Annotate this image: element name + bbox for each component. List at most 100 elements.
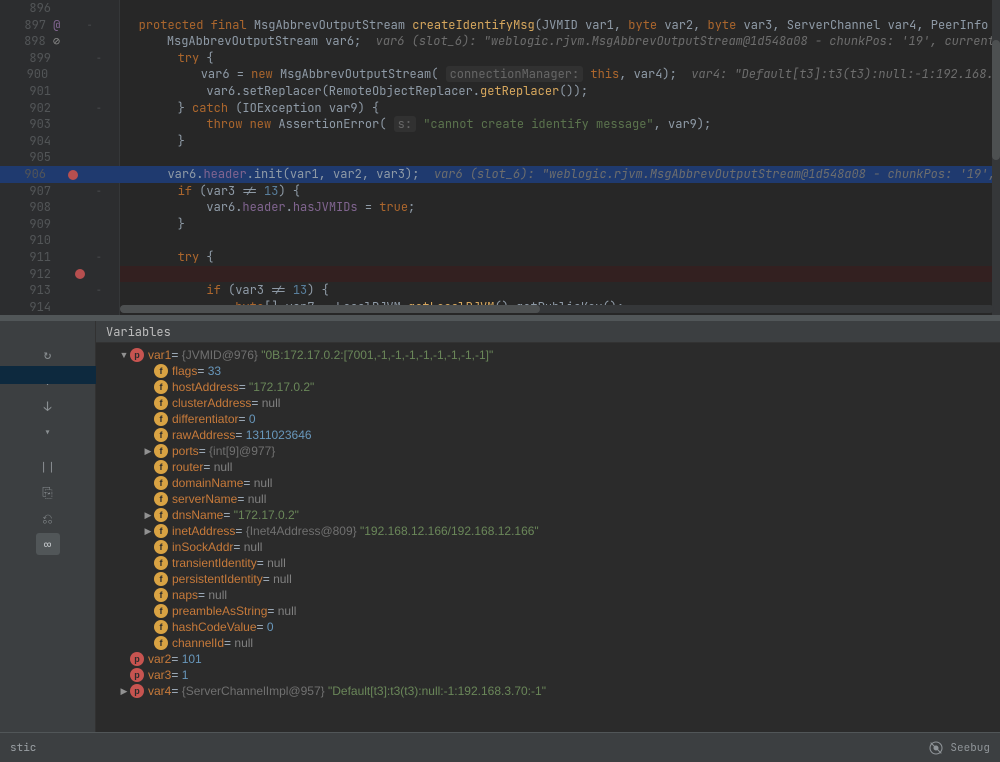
pause-icon[interactable]: ❘❘ bbox=[36, 455, 60, 477]
code-line[interactable]: 906 var6.header.init(var1, var2, var3); … bbox=[0, 166, 1000, 183]
restore-icon[interactable]: ⎌ bbox=[36, 507, 60, 529]
code-text[interactable]: var6 = new MsgAbbrevOutputStream( connec… bbox=[102, 66, 1000, 83]
code-line[interactable]: 898⊘ MsgAbbrevOutputStream var6; var6 (s… bbox=[0, 33, 1000, 50]
code-line[interactable]: 908 var6.header.hasJVMIDs = true; bbox=[0, 199, 1000, 216]
breakpoint-gutter[interactable] bbox=[70, 199, 90, 216]
code-line[interactable]: 904 } bbox=[0, 133, 1000, 150]
code-line[interactable]: 903 throw new AssertionError( s: "cannot… bbox=[0, 116, 1000, 133]
variable-row[interactable]: pvar3 = 1 bbox=[100, 667, 1000, 683]
code-line[interactable]: 899− try { bbox=[0, 50, 1000, 67]
copy-icon[interactable]: ⎘ bbox=[36, 481, 60, 503]
rerun-icon[interactable]: ↻ bbox=[36, 343, 60, 365]
variable-row[interactable]: fdomainName = null bbox=[100, 475, 1000, 491]
code-text[interactable] bbox=[108, 149, 1000, 166]
breakpoint-gutter[interactable] bbox=[70, 0, 90, 17]
code-line[interactable]: 902− } catch (IOException var9) { bbox=[0, 100, 1000, 117]
variable-row[interactable]: fhostAddress = "172.17.0.2" bbox=[100, 379, 1000, 395]
code-line[interactable]: 905 bbox=[0, 149, 1000, 166]
breakpoint-icon[interactable] bbox=[75, 269, 85, 279]
breakpoint-gutter[interactable] bbox=[70, 266, 90, 283]
code-line[interactable]: 896 bbox=[0, 0, 1000, 17]
breakpoint-gutter[interactable] bbox=[70, 133, 90, 150]
code-line[interactable]: 913− if (var3 != 13) { bbox=[0, 282, 1000, 299]
variable-row[interactable]: ▶pvar4 = {ServerChannelImpl@957} "Defaul… bbox=[100, 683, 1000, 699]
breakpoint-gutter[interactable] bbox=[70, 100, 90, 117]
fold-icon[interactable]: − bbox=[90, 100, 108, 117]
breakpoint-gutter[interactable] bbox=[70, 299, 90, 315]
variable-row[interactable]: fpersistentIdentity = null bbox=[100, 571, 1000, 587]
code-text[interactable]: } bbox=[108, 216, 1000, 233]
code-text[interactable]: } catch (IOException var9) { bbox=[108, 100, 1000, 117]
editor-horizontal-scroll-thumb[interactable] bbox=[120, 305, 540, 313]
variable-row[interactable]: frouter = null bbox=[100, 459, 1000, 475]
code-line[interactable]: 909 } bbox=[0, 216, 1000, 233]
tree-twisty-icon[interactable]: ▼ bbox=[118, 347, 130, 363]
code-text[interactable]: MsgAbbrevOutputStream var6; var6 (slot_6… bbox=[97, 33, 1000, 50]
code-text[interactable] bbox=[108, 0, 1000, 17]
code-text[interactable]: if (var3 != 13) { bbox=[108, 282, 1000, 299]
variable-row[interactable]: fnaps = null bbox=[100, 587, 1000, 603]
variable-row[interactable]: ▼pvar1 = {JVMID@976} "0B:172.17.0.2:[700… bbox=[100, 347, 1000, 363]
code-editor[interactable]: 896897@− protected final MsgAbbrevOutput… bbox=[0, 0, 1000, 315]
code-line[interactable]: 911− try { bbox=[0, 249, 1000, 266]
breakpoint-gutter[interactable] bbox=[70, 116, 90, 133]
variable-row[interactable]: ▶fdnsName = "172.17.0.2" bbox=[100, 507, 1000, 523]
fold-icon[interactable]: − bbox=[90, 50, 108, 67]
infinite-icon[interactable]: ∞ bbox=[36, 533, 60, 555]
variable-row[interactable]: fchannelId = null bbox=[100, 635, 1000, 651]
fold-icon[interactable]: − bbox=[90, 183, 108, 200]
breakpoint-gutter[interactable] bbox=[70, 232, 90, 249]
code-text[interactable]: throw new AssertionError( s: "cannot cre… bbox=[108, 116, 1000, 133]
tree-twisty-icon[interactable]: ▶ bbox=[142, 443, 154, 459]
variable-row[interactable]: pvar2 = 101 bbox=[100, 651, 1000, 667]
code-text[interactable]: var6.header.hasJVMIDs = true; bbox=[108, 199, 1000, 216]
breakpoint-icon[interactable] bbox=[68, 170, 78, 180]
variable-row[interactable]: ftransientIdentity = null bbox=[100, 555, 1000, 571]
code-text[interactable]: } bbox=[108, 133, 1000, 150]
code-text[interactable]: if (var3 != 13) { bbox=[108, 183, 1000, 200]
tree-twisty-icon[interactable]: ▶ bbox=[142, 523, 154, 539]
code-line[interactable]: 907− if (var3 != 13) { bbox=[0, 183, 1000, 200]
breakpoint-gutter[interactable] bbox=[70, 282, 90, 299]
variable-row[interactable]: fpreambleAsString = null bbox=[100, 603, 1000, 619]
breakpoint-gutter[interactable] bbox=[70, 149, 90, 166]
variable-row[interactable]: fflags = 33 bbox=[100, 363, 1000, 379]
breakpoint-gutter[interactable] bbox=[63, 33, 81, 50]
code-text[interactable]: var6.header.init(var1, var2, var3); var6… bbox=[98, 166, 1000, 183]
tree-twisty-icon[interactable]: ▶ bbox=[118, 683, 130, 699]
breakpoint-gutter[interactable] bbox=[70, 83, 90, 100]
breakpoint-gutter[interactable] bbox=[70, 183, 90, 200]
variable-row[interactable]: fserverName = null bbox=[100, 491, 1000, 507]
variable-row[interactable]: finSockAddr = null bbox=[100, 539, 1000, 555]
code-line[interactable]: 901 var6.setReplacer(RemoteObjectReplace… bbox=[0, 83, 1000, 100]
code-text[interactable]: try { bbox=[108, 50, 1000, 67]
frame-down-icon[interactable]: ↓ bbox=[36, 395, 60, 417]
variable-row[interactable]: ▶finetAddress = {Inet4Address@809} "192.… bbox=[100, 523, 1000, 539]
code-text[interactable] bbox=[108, 232, 1000, 249]
tree-twisty-icon[interactable]: ▶ bbox=[142, 507, 154, 523]
editor-vertical-scroll-thumb[interactable] bbox=[992, 40, 1000, 160]
code-line[interactable]: 910 bbox=[0, 232, 1000, 249]
variable-row[interactable]: fclusterAddress = null bbox=[100, 395, 1000, 411]
code-text[interactable]: try { bbox=[108, 249, 1000, 266]
breakpoint-gutter[interactable] bbox=[64, 17, 82, 34]
breakpoint-gutter[interactable] bbox=[70, 50, 90, 67]
editor-horizontal-scrollbar[interactable] bbox=[120, 305, 994, 313]
breakpoint-gutter[interactable] bbox=[64, 166, 82, 183]
fold-icon[interactable]: − bbox=[90, 282, 108, 299]
code-text[interactable]: protected final MsgAbbrevOutputStream cr… bbox=[98, 17, 1000, 34]
variables-tree[interactable]: ▼pvar1 = {JVMID@976} "0B:172.17.0.2:[700… bbox=[96, 343, 1000, 732]
breakpoint-gutter[interactable] bbox=[70, 216, 90, 233]
code-line[interactable]: 912 var6.writeInt(HeartbeatMonitor.perio… bbox=[0, 266, 1000, 283]
variable-row[interactable]: fdifferentiator = 0 bbox=[100, 411, 1000, 427]
variable-row[interactable]: fhashCodeValue = 0 bbox=[100, 619, 1000, 635]
fold-icon[interactable]: − bbox=[82, 17, 98, 34]
fold-icon[interactable]: − bbox=[90, 249, 108, 266]
code-line[interactable]: 897@− protected final MsgAbbrevOutputStr… bbox=[0, 17, 1000, 34]
variable-row[interactable]: ▶fports = {int[9]@977} bbox=[100, 443, 1000, 459]
frames-selected-row[interactable] bbox=[0, 366, 96, 384]
code-line[interactable]: 900 var6 = new MsgAbbrevOutputStream( co… bbox=[0, 66, 1000, 83]
editor-vertical-scrollbar[interactable] bbox=[992, 0, 1000, 315]
breakpoint-gutter[interactable] bbox=[70, 249, 90, 266]
breakpoint-gutter[interactable] bbox=[66, 66, 85, 83]
